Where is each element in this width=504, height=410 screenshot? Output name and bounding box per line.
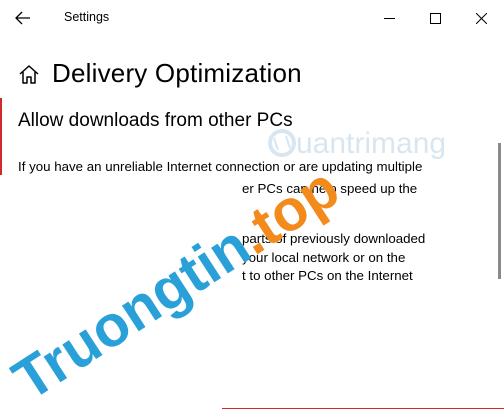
paragraph-line: parts of previously downloaded [242, 231, 426, 246]
maximize-icon [430, 13, 441, 24]
minimize-button[interactable] [366, 0, 412, 36]
settings-window: Settings Delivery Optimization Allow dow… [0, 0, 504, 410]
occluding-overlay [0, 175, 236, 410]
home-icon[interactable] [18, 63, 40, 85]
back-arrow-icon [15, 11, 30, 25]
close-icon [476, 13, 487, 24]
scrollbar[interactable] [498, 143, 501, 279]
paragraph-line: er PCs can help speed up the [242, 181, 418, 196]
paragraph-line: t to other PCs on the Internet [242, 268, 413, 283]
section-title: Allow downloads from other PCs [18, 110, 293, 131]
maximize-button[interactable] [412, 0, 458, 36]
window-title: Settings [64, 10, 110, 24]
page-header: Delivery Optimization [0, 54, 504, 98]
paragraph-line: If you have an unreliable Internet conne… [18, 159, 423, 174]
description-paragraph-2: parts of previously downloaded your loca… [18, 230, 458, 286]
paragraph-line: your local network or on the [242, 249, 406, 265]
window-border-left [0, 98, 2, 410]
back-button[interactable] [0, 0, 46, 36]
page-title: Delivery Optimization [52, 58, 302, 88]
window-border-bottom [222, 408, 504, 409]
title-bar: Settings [0, 0, 504, 36]
logo-icon-detail [273, 135, 291, 151]
logo-icon [268, 129, 296, 157]
description-paragraph: If you have an unreliable Internet conne… [18, 156, 458, 200]
minimize-icon [384, 18, 395, 19]
close-button[interactable] [458, 0, 504, 36]
